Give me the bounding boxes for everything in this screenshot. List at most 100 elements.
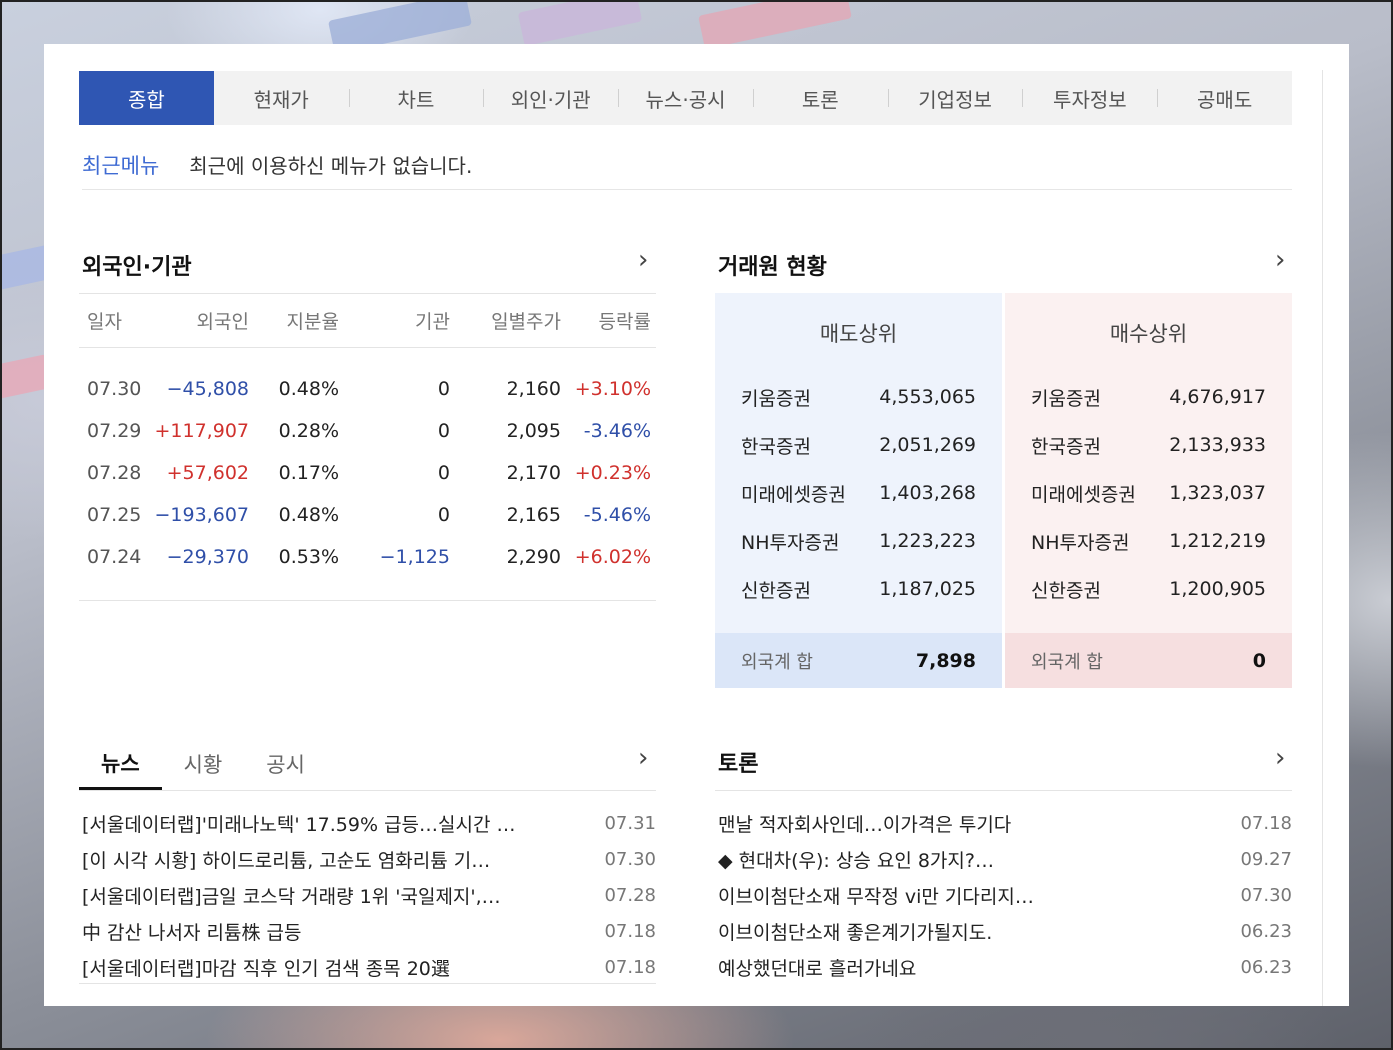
table-header: 일자 외국인 지분율 기관 일별주가 등락률 <box>79 293 656 348</box>
list-item[interactable]: 이브이첨단소재 좋은계기가될지도. 06.23 <box>718 913 1292 949</box>
column-header: 일별주가 <box>491 311 561 333</box>
broker-row: 한국증권 2,133,933 <box>1031 421 1266 469</box>
recent-menu-message: 최근에 이용하신 메뉴가 없습니다. <box>189 154 473 178</box>
date-cell: 07.28 <box>87 462 142 484</box>
change-cell: -5.46% <box>583 504 651 526</box>
list-item[interactable]: 맨날 적자회사인데…이가격은 투기다 07.18 <box>718 805 1292 841</box>
institution-cell: 0 <box>437 420 450 442</box>
table-row: 07.30 −45,808 0.48% 0 2,160 +3.10% <box>79 368 656 410</box>
news-title[interactable]: [서울데이터랩]'미래나노텍' 17.59% 급등…실시간 … <box>82 810 516 837</box>
change-cell: -3.46% <box>583 420 651 442</box>
broker-name: 키움증권 <box>741 387 811 410</box>
tab-overview[interactable]: 종합 <box>79 71 214 125</box>
broker-volume: 1,323,037 <box>1169 482 1266 504</box>
news-title[interactable]: [이 시각 시황] 하이드로리튬, 고순도 염화리튬 기… <box>82 846 490 873</box>
list-item[interactable]: 예상했던대로 흘러가네요 06.23 <box>718 949 1292 985</box>
broker-row: NH투자증권 1,212,219 <box>1031 517 1266 565</box>
news-date: 07.30 <box>604 848 656 870</box>
tab-news[interactable]: 뉴스 <box>79 738 162 790</box>
tab-company-info[interactable]: 기업정보 <box>887 71 1023 125</box>
buy-top-column: 매수상위 키움증권 4,676,917 한국증권 2,133,933 미래에셋증권 1… <box>1005 293 1292 688</box>
post-date: 06.23 <box>1240 920 1292 942</box>
news-title[interactable]: [서울데이터랩]금일 코스닥 거래량 1위 '국일제지',… <box>82 882 501 909</box>
list-item[interactable]: [서울데이터랩]마감 직후 인기 검색 종목 20選 07.18 <box>82 949 656 985</box>
share-cell: 0.53% <box>278 546 339 568</box>
list-item[interactable]: [서울데이터랩]금일 코스닥 거래량 1위 '국일제지',… 07.28 <box>82 877 656 913</box>
news-title[interactable]: 中 감산 나서자 리튬株 급등 <box>82 918 301 945</box>
post-date: 09.27 <box>1240 848 1292 870</box>
news-list: [서울데이터랩]'미래나노텍' 17.59% 급등…실시간 … 07.31 [이 … <box>82 805 656 985</box>
foreign-cell: −45,808 <box>166 378 249 400</box>
news-date: 07.18 <box>604 956 656 978</box>
foreign-section-title[interactable]: 외국인·기관 <box>82 249 192 281</box>
institution-cell: −1,125 <box>379 546 450 568</box>
post-title[interactable]: 이브이첨단소재 좋은계기가될지도. <box>718 918 992 945</box>
foreign-total-row: 외국계 합 0 <box>1005 633 1292 688</box>
discussion-section-title[interactable]: 토론 <box>718 746 758 778</box>
post-title[interactable]: 이브이첨단소재 무작정 vi만 기다리지… <box>718 882 1034 909</box>
chevron-right-icon[interactable]: › <box>638 745 648 771</box>
list-item[interactable]: 이브이첨단소재 무작정 vi만 기다리지… 07.30 <box>718 877 1292 913</box>
tab-short-selling[interactable]: 공매도 <box>1157 71 1292 125</box>
tab-market[interactable]: 시황 <box>162 738 245 790</box>
price-cell: 2,165 <box>506 504 561 526</box>
tab-current-price[interactable]: 현재가 <box>214 71 349 125</box>
tab-chart[interactable]: 차트 <box>348 71 484 125</box>
change-cell: +3.10% <box>574 378 651 400</box>
tab-investment-info[interactable]: 투자정보 <box>1022 71 1157 125</box>
date-cell: 07.25 <box>87 504 142 526</box>
chevron-right-icon[interactable]: › <box>1275 247 1285 273</box>
broker-row: 키움증권 4,676,917 <box>1031 373 1266 421</box>
broker-section-title[interactable]: 거래원 현황 <box>718 249 827 281</box>
broker-row: 키움증권 4,553,065 <box>741 373 976 421</box>
date-cell: 07.29 <box>87 420 142 442</box>
post-title[interactable]: ◆ 현대차(우): 상승 요인 8가지?… <box>718 846 994 873</box>
share-cell: 0.48% <box>278 504 339 526</box>
news-date: 07.28 <box>604 884 656 906</box>
institution-cell: 0 <box>437 504 450 526</box>
news-date: 07.31 <box>604 812 656 834</box>
post-title[interactable]: 예상했던대로 흘러가네요 <box>718 954 916 981</box>
price-cell: 2,095 <box>506 420 561 442</box>
change-cell: +0.23% <box>574 462 651 484</box>
broker-volume: 1,212,219 <box>1169 530 1266 552</box>
recent-menu-label[interactable]: 최근메뉴 <box>82 150 159 180</box>
broker-row: 미래에셋증권 1,403,268 <box>741 469 976 517</box>
broker-row: 신한증권 1,187,025 <box>741 565 976 613</box>
institution-cell: 0 <box>437 462 450 484</box>
broker-volume: 1,403,268 <box>879 482 976 504</box>
news-date: 07.18 <box>604 920 656 942</box>
broker-row: NH투자증권 1,223,223 <box>741 517 976 565</box>
post-title[interactable]: 맨날 적자회사인데…이가격은 투기다 <box>718 810 1011 837</box>
main-tabs: 종합 현재가 차트 외인·기관 뉴스·공시 토론 기업정보 투자정보 공매도 <box>79 71 1292 125</box>
foreign-cell: +57,602 <box>166 462 249 484</box>
chevron-right-icon[interactable]: › <box>638 247 648 273</box>
column-header: 등락률 <box>598 311 651 333</box>
list-item[interactable]: 中 감산 나서자 리튬株 급등 07.18 <box>82 913 656 949</box>
foreign-total-label: 외국계 합 <box>1031 651 1103 673</box>
divider <box>1322 70 1323 1006</box>
foreign-cell: +117,907 <box>154 420 250 442</box>
broker-volume: 4,676,917 <box>1169 386 1266 408</box>
news-title[interactable]: [서울데이터랩]마감 직후 인기 검색 종목 20選 <box>82 954 450 981</box>
tab-disclosure[interactable]: 공시 <box>244 738 327 790</box>
divider <box>79 983 656 984</box>
foreign-total-value: 0 <box>1252 649 1266 672</box>
tab-discussion[interactable]: 토론 <box>752 71 888 125</box>
recent-menu-bar: 최근메뉴 최근에 이용하신 메뉴가 없습니다. <box>82 140 1292 190</box>
divider <box>715 790 1292 791</box>
broker-name: 한국증권 <box>1031 435 1101 458</box>
list-item[interactable]: [서울데이터랩]'미래나노텍' 17.59% 급등…실시간 … 07.31 <box>82 805 656 841</box>
tab-foreign-institution[interactable]: 외인·기관 <box>483 71 618 125</box>
foreign-total-value: 7,898 <box>915 649 976 672</box>
chevron-right-icon[interactable]: › <box>1275 745 1285 771</box>
list-item[interactable]: ◆ 현대차(우): 상승 요인 8가지?… 09.27 <box>718 841 1292 877</box>
buy-top-header: 매수상위 <box>1109 322 1188 346</box>
post-date: 07.18 <box>1240 812 1292 834</box>
discussion-list: 맨날 적자회사인데…이가격은 투기다 07.18 ◆ 현대차(우): 상승 요인 … <box>718 805 1292 985</box>
broker-row: 한국증권 2,051,269 <box>741 421 976 469</box>
broker-name: 미래에셋증권 <box>741 483 846 506</box>
column-header: 외국인 <box>196 311 249 333</box>
tab-news-disclosure[interactable]: 뉴스·공시 <box>618 71 753 125</box>
list-item[interactable]: [이 시각 시황] 하이드로리튬, 고순도 염화리튬 기… 07.30 <box>82 841 656 877</box>
